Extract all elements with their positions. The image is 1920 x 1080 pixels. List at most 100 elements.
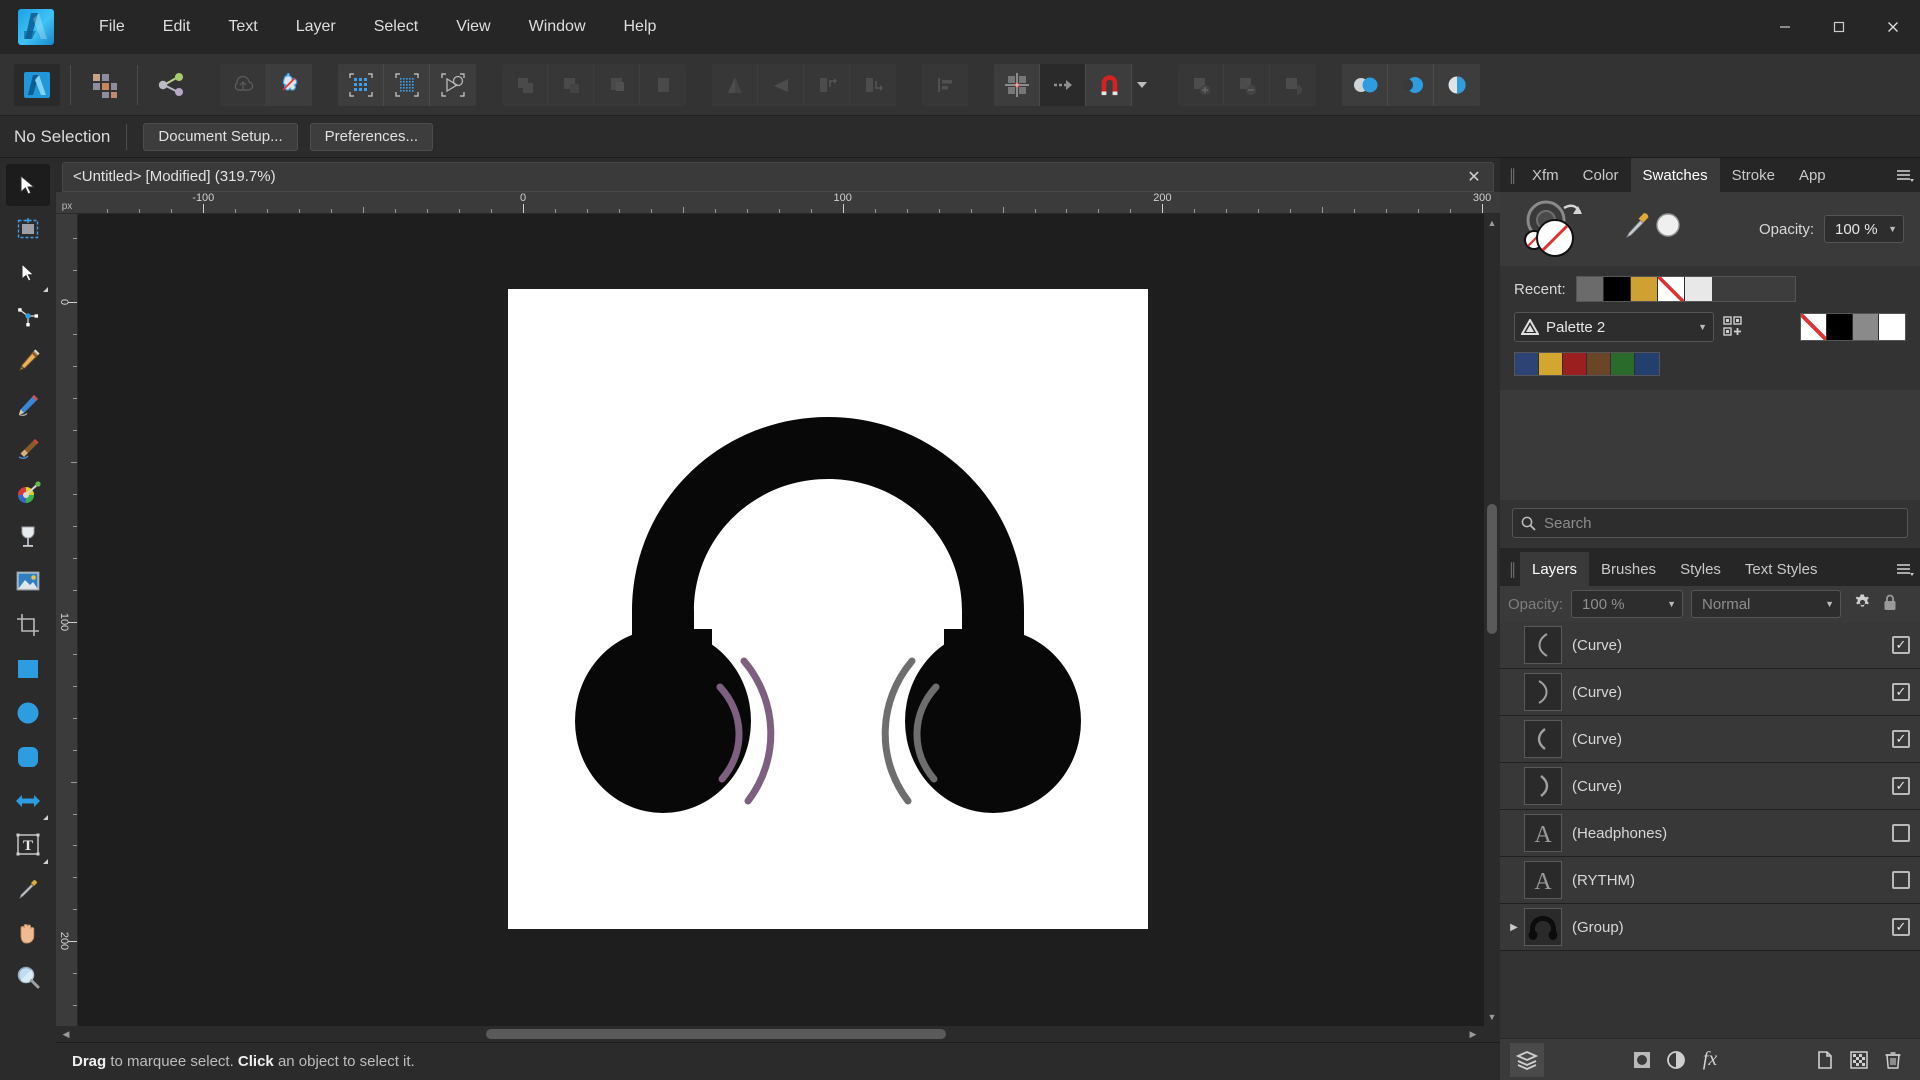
export-persona-button[interactable] — [148, 64, 194, 106]
search-input[interactable] — [1544, 514, 1899, 532]
grid-snap-icon-button[interactable] — [994, 63, 1040, 106]
rectangle-tool[interactable] — [6, 648, 50, 690]
layer-row-6[interactable]: A (RYTHM) — [1500, 857, 1920, 904]
palette-selector[interactable]: Palette 2 ▼ — [1514, 312, 1714, 342]
artboard[interactable] — [508, 289, 1148, 929]
layer-visibility-checkbox[interactable] — [1892, 871, 1910, 889]
place-image-tool[interactable] — [6, 560, 50, 602]
picker-and-white-swatch[interactable] — [1620, 209, 1690, 249]
hamburger-menu-icon[interactable] — [1890, 158, 1920, 192]
layers-stack-icon-button[interactable] — [1510, 1042, 1544, 1077]
palette-swatches[interactable] — [1514, 352, 1660, 376]
palette-swatch-4[interactable] — [1587, 353, 1611, 375]
palette-swatch-1[interactable] — [1515, 353, 1539, 375]
flip-vertical-icon-button[interactable] — [758, 63, 804, 106]
stroke-circle-icon-button[interactable] — [1388, 63, 1434, 106]
fine-pixel-grid-icon-button[interactable] — [384, 63, 430, 106]
ellipse-tool[interactable] — [6, 692, 50, 734]
tab-stroke[interactable]: Stroke — [1720, 158, 1787, 192]
fx-icon-button[interactable]: fx — [1693, 1043, 1727, 1077]
fill-tool[interactable] — [6, 472, 50, 514]
pen-tool[interactable] — [6, 340, 50, 382]
layer-visibility-checkbox[interactable]: ✓ — [1892, 730, 1910, 748]
vertical-scroll-thumb[interactable] — [1487, 504, 1497, 634]
panel-grip-icon[interactable]: ║ — [1504, 158, 1520, 192]
tab-color[interactable]: Color — [1571, 158, 1631, 192]
tab-app[interactable]: App — [1787, 158, 1838, 192]
scroll-down-arrow-icon[interactable]: ▼ — [1488, 1010, 1497, 1024]
menu-file[interactable]: File — [80, 0, 144, 54]
panel-grip-icon[interactable]: ║ — [1504, 552, 1520, 586]
tab-layers[interactable]: Layers — [1520, 552, 1590, 586]
layer-row-2[interactable]: (Curve) ✓ — [1500, 669, 1920, 716]
snap-arrow-icon-button[interactable] — [1040, 63, 1086, 106]
minimize-button[interactable] — [1758, 0, 1812, 54]
page-icon-button[interactable] — [1808, 1043, 1842, 1077]
flip-horizontal-icon-button[interactable] — [712, 63, 758, 106]
align-left-icon-button[interactable] — [922, 63, 968, 106]
view-tool[interactable] — [6, 912, 50, 954]
layer-visibility-checkbox[interactable] — [1892, 824, 1910, 842]
checker-icon-button[interactable] — [1842, 1043, 1876, 1077]
pixel-grid-icon-button[interactable] — [338, 63, 384, 106]
layer-visibility-checkbox[interactable]: ✓ — [1892, 683, 1910, 701]
magnet-icon-button[interactable] — [1086, 63, 1132, 106]
rotate-left-icon-button[interactable] — [804, 63, 850, 106]
palette-swatch-3[interactable] — [1563, 353, 1587, 375]
maximize-button[interactable] — [1812, 0, 1866, 54]
tab-swatches[interactable]: Swatches — [1630, 158, 1720, 192]
tab-text-styles[interactable]: Text Styles — [1733, 552, 1830, 586]
close-button[interactable] — [1866, 0, 1920, 54]
rounded-rectangle-tool[interactable] — [6, 736, 50, 778]
menu-window[interactable]: Window — [510, 0, 605, 54]
rotate-right-icon-button[interactable] — [850, 63, 896, 106]
chevron-down-icon[interactable] — [1132, 64, 1152, 106]
canvas[interactable] — [78, 214, 1484, 1026]
recent-swatches[interactable] — [1575, 276, 1796, 302]
palette-swatch-2[interactable] — [1539, 353, 1563, 375]
designer-persona-button[interactable] — [14, 63, 60, 106]
vector-flood-fill-tool[interactable] — [6, 516, 50, 558]
zoom-tool[interactable] — [6, 956, 50, 998]
pencil-tool[interactable] — [6, 384, 50, 426]
menu-text[interactable]: Text — [209, 0, 276, 54]
menu-select[interactable]: Select — [355, 0, 437, 54]
half-circle-icon-button[interactable] — [1659, 1043, 1693, 1077]
vector-brush-tool[interactable] — [6, 428, 50, 470]
scroll-right-arrow-icon[interactable]: ▶ — [1466, 1029, 1480, 1040]
quick-swatch-gray[interactable] — [1853, 314, 1879, 340]
layer-row-3[interactable]: (Curve) ✓ — [1500, 716, 1920, 763]
layers-list[interactable]: (Curve) ✓ (Curve) ✓ (Curve) ✓ (Curve) ✓ … — [1500, 622, 1920, 1038]
artistic-text-tool[interactable]: T — [6, 824, 50, 866]
blend-mode-combo[interactable]: Normal ▼ — [1691, 590, 1842, 618]
menu-layer[interactable]: Layer — [277, 0, 355, 54]
shape-subtract-icon-button[interactable] — [548, 63, 594, 106]
layer-visibility-checkbox[interactable]: ✓ — [1892, 636, 1910, 654]
palette-swatch-5[interactable] — [1611, 353, 1635, 375]
horizontal-scrollbar[interactable]: ◀ ▶ — [56, 1026, 1500, 1042]
opacity-combo[interactable]: 100 % ▼ — [1824, 215, 1904, 243]
recent-swatch-2[interactable] — [1603, 277, 1631, 301]
tab-xfm[interactable]: Xfm — [1520, 158, 1571, 192]
tab-styles[interactable]: Styles — [1668, 552, 1733, 586]
vertical-ruler[interactable]: 0 100 200 — [56, 214, 78, 1026]
disclosure-triangle-icon[interactable]: ▶ — [1504, 922, 1524, 933]
shape-add-icon-button[interactable] — [502, 63, 548, 106]
layer-row-5[interactable]: A (Headphones) — [1500, 810, 1920, 857]
search-box[interactable] — [1512, 508, 1908, 538]
colour-circles-icon-button[interactable] — [1342, 63, 1388, 106]
recent-swatch-1[interactable] — [1576, 277, 1604, 301]
scroll-left-arrow-icon[interactable]: ◀ — [59, 1029, 73, 1040]
recent-swatch-none[interactable] — [1657, 277, 1685, 301]
node-tool[interactable] — [6, 252, 50, 294]
shape-intersect-icon-button[interactable] — [594, 63, 640, 106]
hamburger-menu-icon[interactable] — [1890, 552, 1920, 586]
add-swatch-grid-icon[interactable] — [1722, 315, 1748, 339]
layer-visibility-checkbox[interactable]: ✓ — [1892, 777, 1910, 795]
shape-divide-icon-button[interactable] — [640, 63, 686, 106]
horizontal-scroll-thumb[interactable] — [486, 1029, 946, 1039]
lock-icon[interactable] — [1882, 593, 1898, 616]
crop-tool[interactable] — [6, 604, 50, 646]
layer-row-4[interactable]: (Curve) ✓ — [1500, 763, 1920, 810]
document-setup-button[interactable]: Document Setup... — [143, 122, 298, 151]
